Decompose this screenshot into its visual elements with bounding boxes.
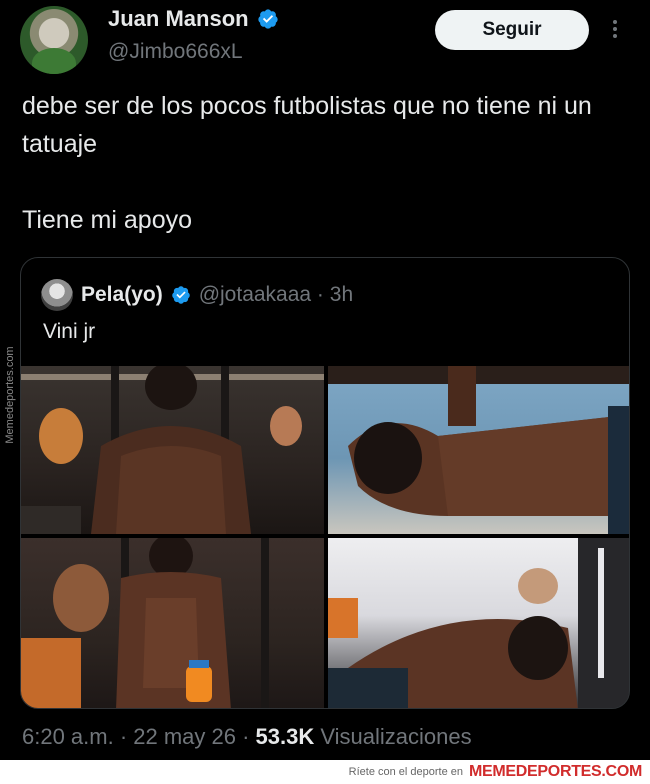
author-name-row: Juan Manson (108, 6, 279, 32)
media-photo-front-gym[interactable] (21, 538, 324, 708)
quoted-author-handle-time[interactable]: @jotaakaaa · 3h (199, 283, 353, 307)
media-photo-side-pose[interactable] (328, 538, 629, 708)
author-name[interactable]: Juan Manson (108, 6, 249, 32)
tweet-timestamp[interactable]: 6:20 a.m. · 22 may 26 · (22, 724, 256, 749)
views-label: Visualizaciones (314, 724, 472, 749)
views-count: 53.3K (255, 724, 315, 749)
tweet-text: debe ser de los pocos futbolistas que no… (22, 87, 622, 239)
media-grid (21, 366, 629, 708)
verified-badge-icon (171, 286, 190, 304)
author-handle[interactable]: @Jimbo666xL (108, 40, 243, 64)
author-avatar[interactable] (20, 6, 88, 74)
quoted-author-name[interactable]: Pela(yo) (81, 283, 163, 307)
tweet-header: Juan Manson @Jimbo666xL Seguir (0, 0, 650, 80)
footer-watermark-brand: MEMEDEPORTES.COM (469, 763, 642, 780)
follow-button[interactable]: Seguir (435, 10, 589, 50)
media-photo-floor-pose[interactable] (328, 366, 629, 534)
quoted-tweet-header: Pela(yo) @jotaakaaa · 3h (41, 278, 353, 312)
tweet-text-line: Tiene mi apoyo (22, 206, 192, 234)
footer-watermark: Ríete con el deporte en MEMEDEPORTES.COM (0, 760, 650, 784)
media-photo-back-gym[interactable] (21, 366, 324, 534)
tweet-meta: 6:20 a.m. · 22 may 26 · 53.3K Visualizac… (22, 724, 472, 750)
more-vertical-icon[interactable] (607, 14, 623, 44)
side-watermark-text: Memedeportes.com (4, 346, 16, 444)
quoted-tweet-text: Vini jr (43, 320, 96, 343)
side-watermark: Memedeportes.com (0, 330, 20, 460)
verified-badge-icon (257, 9, 278, 29)
tweet-text-line: debe ser de los pocos futbolistas que no… (22, 92, 592, 158)
quoted-tweet-card[interactable]: Pela(yo) @jotaakaaa · 3h Vini jr (20, 257, 630, 709)
footer-watermark-tagline: Ríete con el deporte en (348, 766, 463, 778)
quoted-author-avatar[interactable] (41, 279, 73, 311)
